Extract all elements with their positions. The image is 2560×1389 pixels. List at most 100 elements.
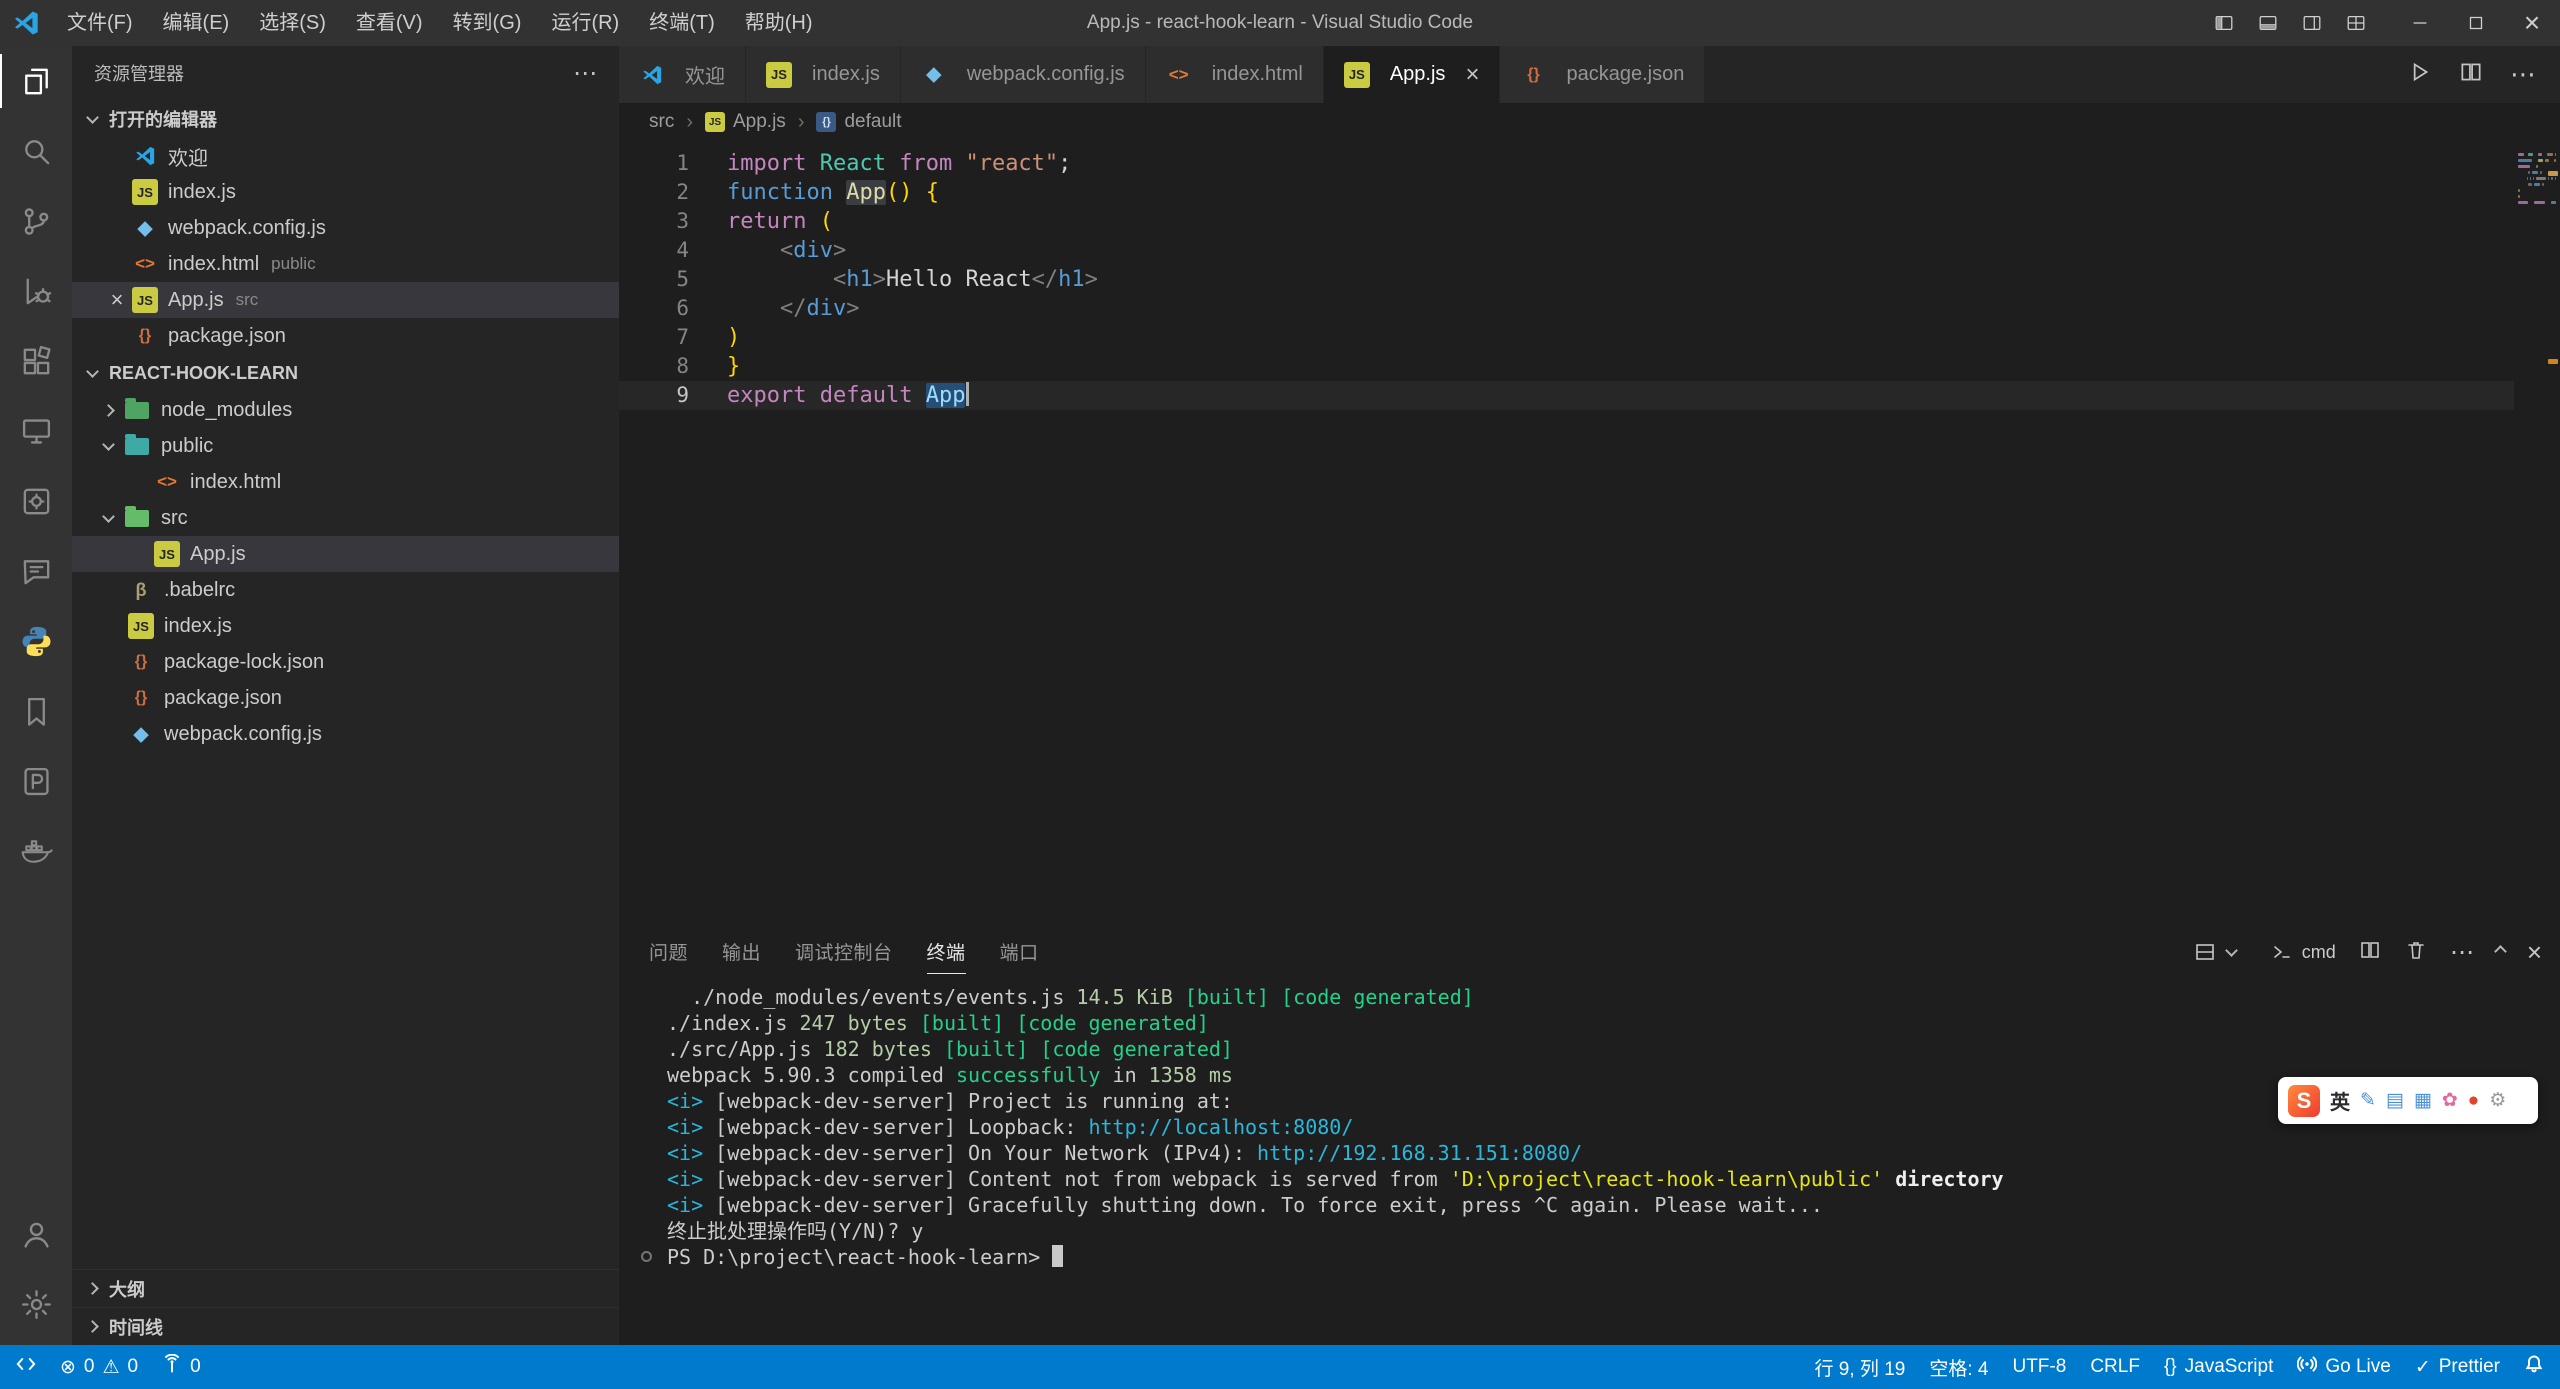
code-line[interactable]: 9export default App: [619, 381, 2514, 410]
chat-icon[interactable]: [0, 536, 72, 606]
breadcrumb-item[interactable]: {}default: [816, 111, 901, 133]
ports[interactable]: 0: [150, 1345, 213, 1389]
split-editor-icon[interactable]: [2458, 59, 2484, 90]
menu-e[interactable]: 编辑(E): [148, 0, 245, 46]
handwriting-icon[interactable]: ✎: [2360, 1089, 2376, 1112]
eol[interactable]: CRLF: [2078, 1345, 2152, 1389]
run-debug-icon[interactable]: [0, 256, 72, 326]
code-editor[interactable]: 1import React from "react";2function App…: [619, 141, 2560, 930]
breadcrumb-item[interactable]: src: [649, 111, 674, 133]
python-icon[interactable]: [0, 606, 72, 676]
line-number[interactable]: 5: [619, 265, 689, 294]
menu-h[interactable]: 帮助(H): [730, 0, 828, 46]
explorer-more-actions-icon[interactable]: ⋯: [573, 59, 597, 88]
close-tab-icon[interactable]: ×: [1465, 63, 1479, 87]
split-terminal-icon[interactable]: [2358, 938, 2382, 967]
close-editor-icon[interactable]: ×: [102, 287, 132, 313]
ime-language-indicator[interactable]: 英: [2330, 1086, 2350, 1115]
tab-index-html[interactable]: <>index.html: [1146, 46, 1324, 103]
code-line[interactable]: 3return (: [619, 207, 2514, 236]
bookmarks-icon[interactable]: [0, 676, 72, 746]
menu-f[interactable]: 文件(F): [52, 0, 148, 46]
cursor-position[interactable]: 行 9, 列 19: [1803, 1345, 1918, 1389]
notifications[interactable]: [2512, 1345, 2556, 1389]
minimize-button[interactable]: [2392, 0, 2448, 46]
editor-more-actions-icon[interactable]: ⋯: [2510, 59, 2536, 90]
code-line[interactable]: 8}: [619, 352, 2514, 381]
toggle-secondary-sidebar-icon[interactable]: [2290, 12, 2334, 34]
project-root-header[interactable]: REACT-HOOK-LEARN: [72, 354, 619, 392]
line-number[interactable]: 2: [619, 178, 689, 207]
tree-file-item[interactable]: β.babelrc: [72, 572, 619, 608]
code-line[interactable]: 1import React from "react";: [619, 149, 2514, 178]
remote-indicator[interactable]: [4, 1345, 48, 1389]
terminal-profile-selector[interactable]: cmd: [2270, 940, 2336, 964]
tree-file-item[interactable]: {}package-lock.json: [72, 644, 619, 680]
search-icon[interactable]: [0, 116, 72, 186]
encoding[interactable]: UTF-8: [2000, 1345, 2078, 1389]
menu-t[interactable]: 终端(T): [634, 0, 730, 46]
panel-tab-输出[interactable]: 输出: [722, 930, 761, 974]
open-editor-item[interactable]: JSindex.js: [72, 174, 619, 210]
kill-terminal-icon[interactable]: [2404, 938, 2428, 967]
terminal-output[interactable]: ./node_modules/events/events.js 14.5 KiB…: [619, 974, 2560, 1345]
line-number[interactable]: 3: [619, 207, 689, 236]
toolbox-icon[interactable]: ▦: [2414, 1089, 2432, 1112]
tab-webpack-config-js[interactable]: ◆webpack.config.js: [901, 46, 1146, 103]
open-editor-item[interactable]: <>index.htmlpublic: [72, 246, 619, 282]
line-number[interactable]: 9: [619, 381, 689, 410]
skin-icon[interactable]: ✿: [2442, 1089, 2458, 1112]
tab-index-js[interactable]: JSindex.js: [746, 46, 901, 103]
docker-icon[interactable]: [0, 816, 72, 886]
panel-tab-终端[interactable]: 终端: [927, 930, 966, 974]
close-panel-icon[interactable]: ×: [2527, 937, 2542, 968]
hot-icon[interactable]: ●: [2468, 1090, 2479, 1112]
tree-file-item[interactable]: JSApp.js: [72, 536, 619, 572]
language-mode[interactable]: {}JavaScript: [2152, 1345, 2285, 1389]
source-control-icon[interactable]: [0, 186, 72, 256]
tree-folder-item[interactable]: node_modules: [72, 392, 619, 428]
menu-r[interactable]: 运行(R): [536, 0, 634, 46]
code-line[interactable]: 2function App() {: [619, 178, 2514, 207]
menu-s[interactable]: 选择(S): [244, 0, 341, 46]
panel-more-actions-icon[interactable]: ⋯: [2450, 938, 2474, 967]
line-number[interactable]: 4: [619, 236, 689, 265]
section-timeline[interactable]: 时间线: [72, 1307, 619, 1345]
close-button[interactable]: ×: [2504, 0, 2560, 46]
run-file-icon[interactable]: [2406, 59, 2432, 90]
customize-layout-icon[interactable]: [2334, 12, 2378, 34]
maximize-panel-icon[interactable]: [2496, 943, 2505, 961]
breadcrumb-item[interactable]: JSApp.js: [705, 111, 786, 133]
open-editors-header[interactable]: 打开的编辑器: [72, 100, 619, 138]
ime-settings-icon[interactable]: ⚙: [2489, 1089, 2506, 1112]
terminal-layout-icon[interactable]: [2193, 940, 2248, 964]
extensions-icon[interactable]: [0, 326, 72, 396]
tab---[interactable]: 欢迎: [619, 46, 746, 103]
tree-file-item[interactable]: JSindex.js: [72, 608, 619, 644]
problems[interactable]: ⊗0⚠0: [48, 1345, 150, 1389]
command-decoration-icon[interactable]: [641, 1251, 652, 1262]
settings-icon[interactable]: [0, 1269, 72, 1339]
code-line[interactable]: 7): [619, 323, 2514, 352]
section-outline[interactable]: 大纲: [72, 1269, 619, 1307]
maximize-button[interactable]: [2448, 0, 2504, 46]
explorer-icon[interactable]: [0, 46, 72, 116]
line-number[interactable]: 8: [619, 352, 689, 381]
tab-App-js[interactable]: JSApp.js×: [1324, 46, 1501, 103]
minimap[interactable]: [2514, 141, 2560, 930]
panel-tab-调试控制台[interactable]: 调试控制台: [795, 930, 893, 974]
remote-explorer-icon[interactable]: [0, 396, 72, 466]
menu-v[interactable]: 查看(V): [341, 0, 438, 46]
sogou-logo-icon[interactable]: S: [2288, 1085, 2320, 1117]
tab-package-json[interactable]: {}package.json: [1500, 46, 1705, 103]
indentation[interactable]: 空格: 4: [1917, 1345, 2000, 1389]
code-line[interactable]: 4 <div>: [619, 236, 2514, 265]
toggle-sidebar-icon[interactable]: [2202, 12, 2246, 34]
panel-tab-端口[interactable]: 端口: [1000, 930, 1039, 974]
settings-sync-icon[interactable]: [0, 466, 72, 536]
open-editor-item[interactable]: ◆webpack.config.js: [72, 210, 619, 246]
line-number[interactable]: 7: [619, 323, 689, 352]
line-number[interactable]: 1: [619, 149, 689, 178]
open-editor-item[interactable]: {}package.json: [72, 318, 619, 354]
prettier[interactable]: ✓Prettier: [2403, 1345, 2512, 1389]
